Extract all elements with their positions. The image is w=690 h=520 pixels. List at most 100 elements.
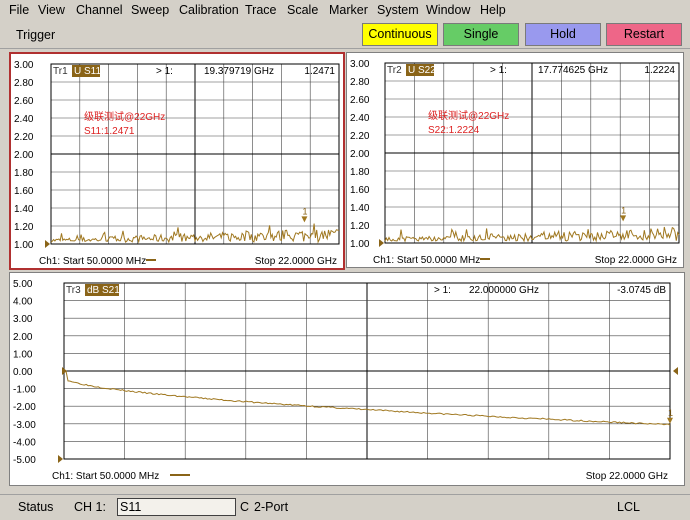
trace-plot: 3.00 2.80 2.60 2.40 2.20 2.00 1.80 1.60 1.40 1.20…: [350, 59, 680, 266]
y-tick-label: 2.00: [13, 332, 33, 343]
y-tick-label: -2.00: [13, 402, 36, 413]
single-button[interactable]: Single: [443, 23, 519, 46]
menu-system[interactable]: System: [377, 3, 419, 17]
y-tick-label: 2.20: [350, 131, 370, 142]
menu-window[interactable]: Window: [426, 3, 470, 17]
marker-readout-frequency: 19.379719 GHz: [204, 66, 274, 77]
y-tick-label: 1.60: [14, 186, 34, 197]
y-tick-label: 2.00: [350, 149, 370, 160]
y-tick-label: 2.20: [14, 132, 34, 143]
channel-label: CH 1:: [74, 500, 106, 514]
y-tick-label: 2.80: [350, 77, 370, 88]
marker-number: 1: [302, 206, 307, 216]
active-parameter-value: S11: [120, 500, 142, 514]
y-tick-label: 3.00: [13, 314, 33, 325]
y-tick-label: 2.40: [14, 114, 34, 125]
trigger-toolbar: Trigger Continuous Single Hold Restart: [0, 20, 690, 49]
sweep-start: Ch1: Start 50.0000 MHz: [52, 471, 159, 482]
annotation-value: S22:1.2224: [428, 125, 480, 136]
y-tick-label: 1.20: [350, 221, 370, 232]
continuous-button[interactable]: Continuous: [362, 23, 438, 46]
trigger-label: Trigger: [16, 28, 56, 42]
marker-readout-value: 1.2471: [304, 66, 335, 77]
annotation-title: 级联测试@22GHz: [84, 110, 165, 123]
sweep-stop: Stop 22.0000 GHz: [255, 256, 337, 267]
y-tick-label: 1.40: [350, 203, 370, 214]
y-tick-label: 1.80: [14, 168, 34, 179]
y-tick-label: 2.60: [350, 95, 370, 106]
menu-file[interactable]: File: [9, 3, 29, 17]
menu-bar: File View Channel Sweep Calibration Trac…: [0, 0, 690, 20]
cal-status: C: [240, 500, 250, 514]
annotation-value: S11:1.2471: [84, 126, 135, 137]
y-tick-label: 2.00: [14, 150, 34, 161]
annotation-title: 级联测试@22GHz: [428, 109, 509, 122]
reference-arrow-left: [58, 455, 63, 463]
trace-tag: Tr1: [53, 66, 68, 77]
y-tick-label: 1.20: [14, 222, 34, 233]
y-tick-label: 2.40: [350, 113, 370, 124]
restart-button[interactable]: Restart: [606, 23, 682, 46]
marker-readout-head: > 1:: [490, 65, 507, 76]
trace-tag: Tr2: [387, 65, 402, 76]
y-tick-label: 1.00: [14, 240, 34, 251]
trace-plot: 3.00 2.80 2.60 2.40 2.20 2.00 1.80 1.60 1.40 1.20…: [14, 60, 340, 267]
y-tick-label: -1.00: [13, 385, 36, 396]
menu-help[interactable]: Help: [480, 3, 506, 17]
y-tick-label: -3.00: [13, 420, 36, 431]
reference-arrow-left: [45, 240, 50, 248]
grid: [50, 63, 340, 245]
y-tick-label: 1.60: [350, 185, 370, 196]
menu-sweep[interactable]: Sweep: [131, 3, 169, 17]
y-tick-label: 4.00: [13, 297, 33, 308]
marker-icon[interactable]: [301, 216, 308, 223]
y-tick-label: 3.00: [350, 59, 370, 70]
reference-arrow-right: [673, 367, 678, 375]
trace-window-s21[interactable]: 5.00 4.00 3.00 2.00 1.00 0.00 -1.00 -2.00 -3.00 -…: [9, 272, 685, 486]
marker-readout-head: > 1:: [434, 285, 451, 296]
y-tick-label: 0.00: [13, 367, 33, 378]
trace-plot: 5.00 4.00 3.00 2.00 1.00 0.00 -1.00 -2.00 -3.00 -…: [13, 279, 678, 482]
reference-arrow-left: [379, 239, 384, 247]
trace-label: U S22: [408, 65, 436, 76]
y-tick-label: 1.80: [350, 167, 370, 178]
menu-marker[interactable]: Marker: [329, 3, 368, 17]
marker-icon[interactable]: [667, 417, 673, 424]
y-tick-label: 1.40: [14, 204, 34, 215]
hold-button[interactable]: Hold: [525, 23, 601, 46]
menu-scale[interactable]: Scale: [287, 3, 318, 17]
marker-readout-value: 1.2224: [644, 65, 675, 76]
y-tick-label: 3.00: [14, 60, 34, 71]
sweep-stop: Stop 22.0000 GHz: [586, 471, 668, 482]
sweep-stop: Stop 22.0000 GHz: [595, 255, 677, 266]
marker-number: 1: [621, 205, 626, 215]
marker-readout-frequency: 22.000000 GHz: [469, 285, 539, 296]
menu-trace[interactable]: Trace: [245, 3, 277, 17]
status-label: Status: [18, 500, 54, 514]
status-bar: Status CH 1: S11 C 2-Port LCL: [0, 494, 690, 520]
marker-number: 1: [668, 408, 673, 418]
sweep-start: Ch1: Start 50.0000 MHz: [373, 255, 480, 266]
marker-readout-value: -3.0745 dB: [617, 285, 666, 296]
y-tick-label: 2.80: [14, 78, 34, 89]
sweep-start: Ch1: Start 50.0000 MHz: [39, 256, 146, 267]
trace-tag: Tr3: [66, 285, 81, 296]
port-status: 2-Port: [254, 500, 289, 514]
menu-view[interactable]: View: [38, 3, 65, 17]
active-parameter-field[interactable]: S11: [117, 498, 236, 516]
marker-icon[interactable]: [620, 215, 627, 222]
trace-window-s22[interactable]: 3.00 2.80 2.60 2.40 2.20 2.00 1.80 1.60 1.40 1.20…: [346, 52, 684, 268]
trace-label: dB S21: [87, 285, 120, 296]
marker-readout-head: > 1:: [156, 66, 173, 77]
marker-readout-frequency: 17.774625 GHz: [538, 65, 608, 76]
y-tick-label: -5.00: [13, 455, 36, 466]
y-tick-label: 1.00: [13, 349, 33, 360]
menu-calibration[interactable]: Calibration: [179, 3, 239, 17]
y-tick-label: 2.60: [14, 96, 34, 107]
menu-channel[interactable]: Channel: [76, 3, 123, 17]
trace-label: U S11: [74, 66, 101, 77]
local-status: LCL: [617, 500, 640, 514]
trace-window-s11[interactable]: 3.00 2.80 2.60 2.40 2.20 2.00 1.80 1.60 1.40 1.20…: [9, 52, 345, 270]
grid: [63, 282, 671, 460]
y-tick-label: 1.00: [350, 239, 370, 250]
